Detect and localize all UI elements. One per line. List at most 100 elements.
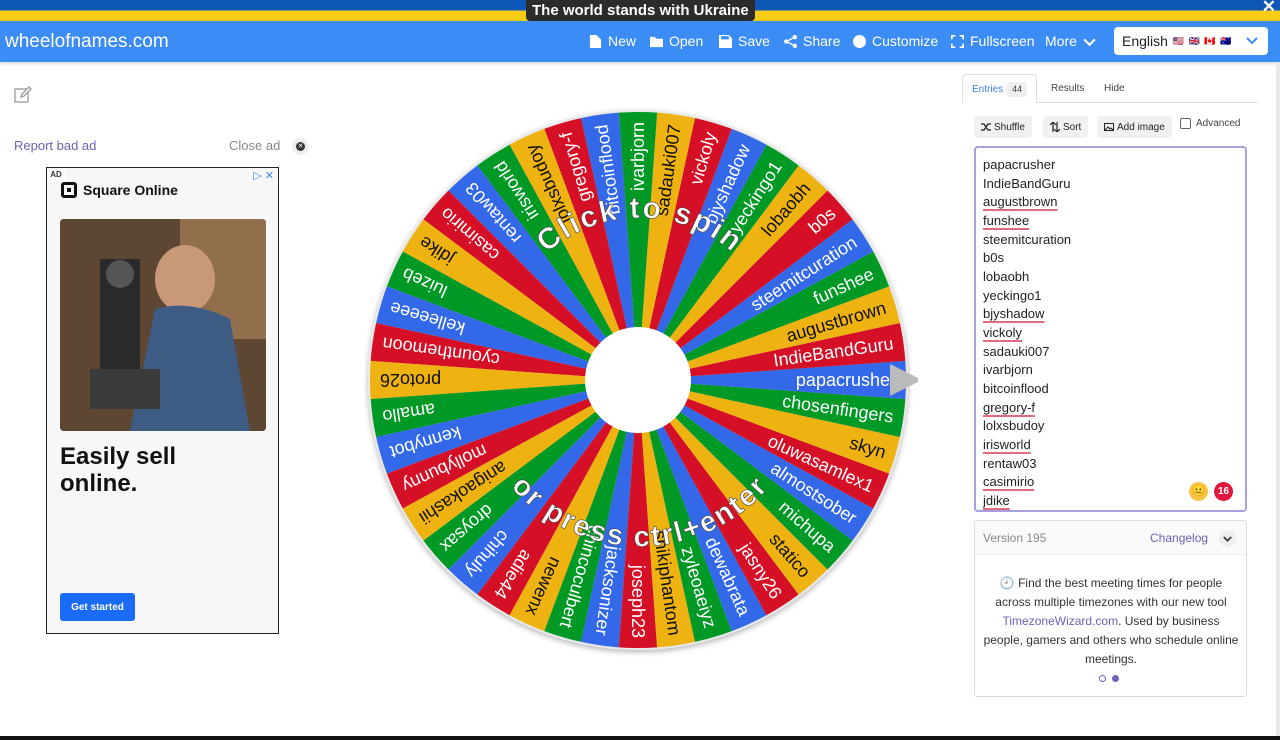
shuffle-button[interactable]: Shuffle	[974, 116, 1032, 138]
entry-line: bjyshadow	[983, 306, 1045, 322]
wheel-slice-label: papacrusher	[796, 370, 896, 390]
entry-line: sadauki007	[983, 343, 1050, 359]
ad-badge: AD	[47, 168, 65, 182]
ad-headline: Easily sell online.	[60, 443, 177, 497]
banner-text: The world stands with Ukraine	[526, 0, 755, 21]
new-label: New	[608, 33, 637, 49]
clock-icon: 🕘	[999, 576, 1015, 590]
fullscreen-label: Fullscreen	[970, 33, 1035, 49]
ad-brand: Square Online	[61, 182, 178, 198]
share-button[interactable]: Share	[784, 21, 840, 62]
chevron-down-icon[interactable]	[1219, 530, 1236, 547]
entry-line: funshee	[983, 212, 1030, 228]
share-icon	[784, 35, 797, 48]
square-logo-icon	[61, 182, 77, 198]
info-message: 🕘 Find the best meeting times for people…	[983, 574, 1239, 669]
add-image-label: Add image	[1117, 121, 1165, 133]
report-bad-ad-link[interactable]: Report bad ad	[14, 138, 96, 153]
save-button[interactable]: Save	[719, 21, 770, 62]
info-text-1: Find the best meeting times for people a…	[995, 576, 1227, 609]
ad-image	[60, 219, 266, 431]
entry-line: papacrusher	[983, 157, 1056, 172]
panel-tabs: Entries 44 Results Hide	[962, 74, 1258, 103]
add-image-button[interactable]: Add image	[1097, 116, 1172, 138]
close-ad-link[interactable]: Close ad	[229, 138, 280, 153]
advanced-checkbox[interactable]	[1180, 118, 1191, 129]
entry-line: yeckingo1	[983, 287, 1042, 303]
window-bottom-edge	[0, 736, 1280, 740]
entry-line: irisworld	[983, 436, 1031, 452]
version-label: Version 195	[983, 531, 1047, 545]
image-icon	[1104, 123, 1114, 131]
error-count-badge[interactable]: 16	[1214, 482, 1233, 501]
sort-label: Sort	[1063, 121, 1082, 133]
more-label: More	[1045, 33, 1077, 49]
close-banner-icon[interactable]: ✕	[1262, 0, 1276, 15]
close-icon: ✕	[296, 142, 305, 151]
edit-icon[interactable]	[14, 86, 32, 104]
save-label: Save	[738, 33, 770, 49]
shuffle-icon	[981, 123, 991, 131]
entry-line: lobaobh	[983, 268, 1030, 284]
carousel-dot-1[interactable]	[1099, 675, 1106, 682]
fullscreen-icon	[951, 35, 964, 48]
customize-button[interactable]: Customize	[853, 21, 938, 62]
fullscreen-button[interactable]: Fullscreen	[951, 21, 1035, 62]
tab-entries[interactable]: Entries 44	[962, 74, 1038, 103]
tab-results[interactable]: Results	[1051, 74, 1084, 103]
brand-logo[interactable]: wheelofnames.com	[5, 21, 169, 62]
language-flags: 🇺🇸 🇬🇧 🇨🇦 🇦🇺	[1172, 35, 1233, 46]
file-icon	[589, 35, 602, 48]
tab-hide[interactable]: Hide	[1104, 74, 1125, 103]
more-menu[interactable]: More	[1045, 21, 1096, 62]
ad-choices-icon[interactable]: ▷ ✕	[253, 169, 274, 182]
ad-brand-name: Square Online	[83, 182, 178, 198]
share-label: Share	[803, 33, 841, 49]
ukraine-banner: The world stands with Ukraine ✕	[0, 0, 1280, 21]
entry-line: lolxsbudoy	[983, 418, 1045, 434]
wheel-center	[585, 327, 691, 433]
close-ad-button[interactable]: ✕	[292, 138, 309, 155]
entry-line: IndieBandGuru	[983, 175, 1071, 191]
entry-line: rentaw03	[983, 455, 1037, 471]
language-select[interactable]: English 🇺🇸 🇬🇧 🇨🇦 🇦🇺	[1114, 27, 1268, 55]
emoji-icon[interactable]: 😐	[1189, 482, 1208, 501]
timezonewizard-link[interactable]: TimezoneWizard.com	[1003, 614, 1119, 628]
entry-line: b0s	[983, 250, 1004, 266]
entry-line: augustbrown	[983, 194, 1058, 210]
customize-label: Customize	[872, 33, 939, 49]
sort-button[interactable]: Sort	[1043, 116, 1089, 138]
get-started-button[interactable]: Get started	[60, 593, 135, 621]
save-icon	[719, 35, 732, 48]
wheel-slice-label: ivarbjorn	[628, 122, 648, 191]
wheel-slice-label: joseph23	[628, 564, 648, 638]
advertisement[interactable]: AD ▷ ✕ Square Online Easily sell online.…	[46, 167, 279, 634]
carousel-dots	[1099, 675, 1119, 682]
chevron-down-icon	[1246, 37, 1258, 45]
folder-icon	[650, 36, 663, 48]
entry-line: bitcoinflood	[983, 380, 1049, 396]
new-button[interactable]: New	[589, 21, 636, 62]
info-card: Version 195 Changelog 🕘 Find the best me…	[974, 520, 1247, 697]
changelog-link[interactable]: Changelog	[1150, 531, 1208, 545]
advanced-label: Advanced	[1196, 118, 1241, 129]
navbar: wheelofnames.com New Open Save Share Cus…	[0, 21, 1280, 62]
entries-count-badge: 44	[1007, 82, 1028, 97]
info-card-header: Version 195 Changelog	[975, 521, 1246, 555]
sort-icon	[1050, 122, 1060, 132]
caret-down-icon	[1083, 38, 1096, 47]
open-label: Open	[669, 33, 704, 49]
wheel-graphic[interactable]: papacrusherIndieBandGuruaugustbrownfunsh…	[362, 104, 922, 660]
entry-line: vickoly	[983, 324, 1023, 340]
scrollbar[interactable]	[1276, 62, 1280, 736]
language-label: English	[1122, 33, 1168, 49]
spin-wheel[interactable]: papacrusher IndieBandGuru augustbrown funsh…	[362, 104, 922, 660]
entry-line: steemitcuration	[983, 231, 1072, 247]
tab-entries-label: Entries	[972, 84, 1004, 95]
palette-icon	[853, 35, 866, 48]
advanced-toggle[interactable]: Advanced	[1180, 118, 1240, 129]
open-button[interactable]: Open	[650, 21, 703, 62]
entries-textarea[interactable]: papacrusher IndieBandGuru augustbrown funsh…	[974, 146, 1247, 512]
entry-line: gregory-f	[983, 399, 1036, 415]
carousel-dot-2[interactable]	[1112, 675, 1119, 682]
